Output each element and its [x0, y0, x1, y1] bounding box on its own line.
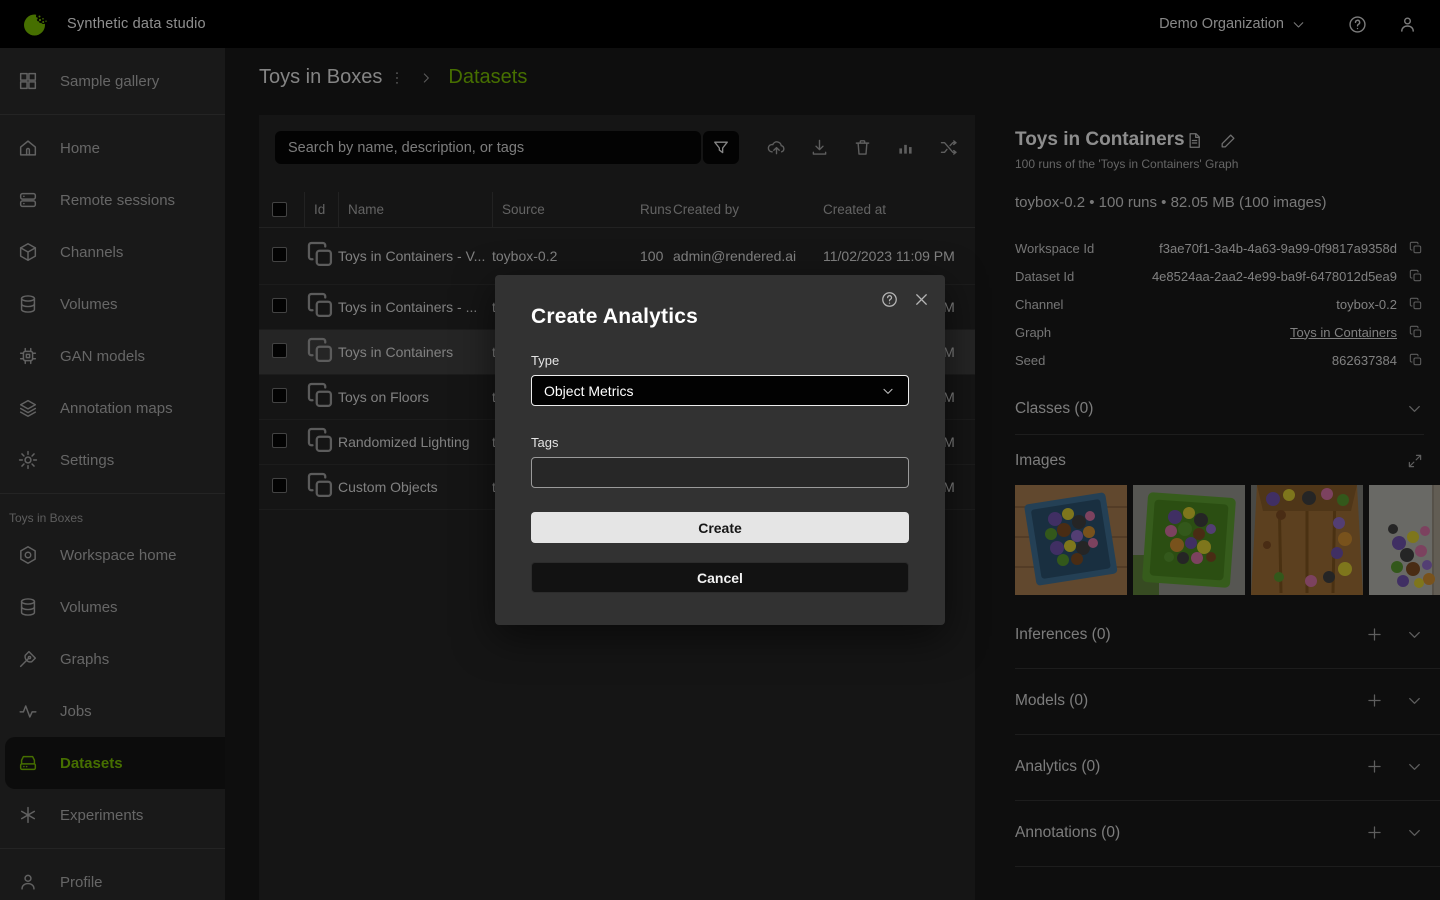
cancel-button[interactable]: Cancel [531, 562, 909, 593]
type-select[interactable]: Object Metrics [531, 375, 909, 406]
chevron-down-icon [880, 383, 896, 399]
create-analytics-modal: Create Analytics Type Object Metrics Tag… [495, 275, 945, 625]
tags-label: Tags [531, 435, 909, 450]
close-icon[interactable] [912, 290, 931, 309]
type-select-value: Object Metrics [544, 383, 633, 399]
type-label: Type [531, 353, 909, 368]
modal-title: Create Analytics [531, 305, 909, 329]
create-button[interactable]: Create [531, 512, 909, 543]
help-icon[interactable] [880, 290, 899, 309]
tags-input[interactable] [531, 457, 909, 488]
